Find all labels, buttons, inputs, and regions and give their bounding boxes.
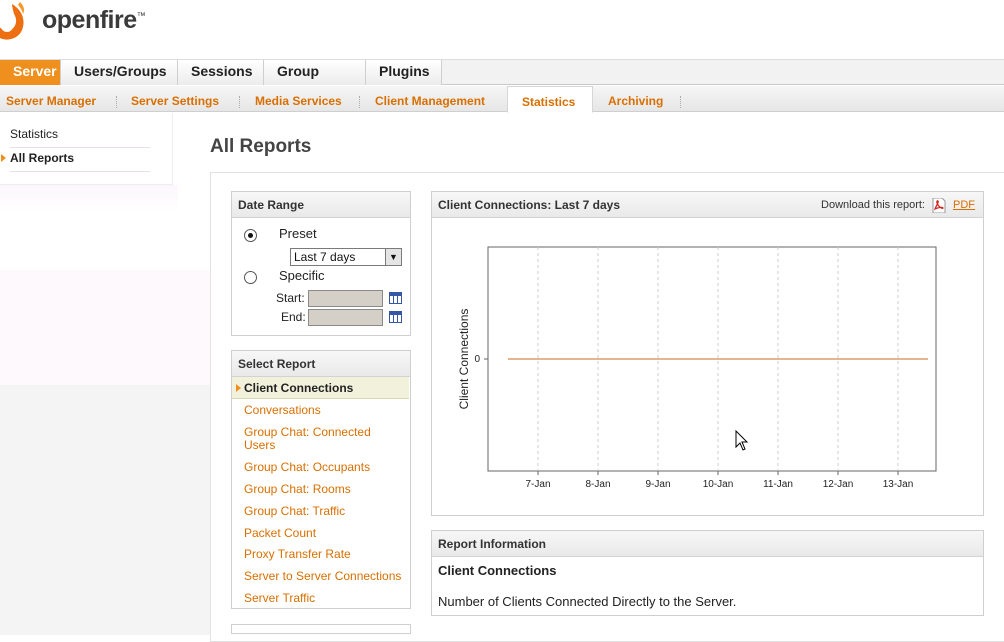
report-item-client-connections[interactable]: Client Connections (232, 377, 409, 399)
sidebar: Statistics All Reports (0, 113, 173, 185)
start-date-input[interactable] (308, 290, 383, 307)
preset-select[interactable]: Last 7 days ▼ (290, 248, 402, 266)
tab-server[interactable]: Server (0, 60, 61, 85)
preset-select-value: Last 7 days (294, 250, 356, 264)
next-panel (231, 624, 411, 634)
y-axis-label: Client Connections (457, 309, 471, 410)
subtab-server-settings[interactable]: Server Settings (125, 86, 225, 112)
y-tick-label: 0 (474, 354, 480, 365)
sidebar-item-all-reports[interactable]: All Reports (1, 151, 150, 172)
subtab-separator (359, 96, 360, 108)
x-tick-label: 10-Jan (703, 479, 734, 490)
report-item-packet-count[interactable]: Packet Count (244, 527, 404, 540)
subtab-separator (680, 96, 681, 108)
header: openfire™ (0, 0, 1004, 60)
subtab-separator (116, 96, 117, 108)
report-item-proxy-transfer-rate[interactable]: Proxy Transfer Rate (244, 548, 404, 561)
tab-group-chat[interactable]: Group Chat (264, 60, 366, 101)
chevron-down-icon[interactable]: ▼ (385, 249, 401, 265)
page-title: All Reports (210, 136, 312, 157)
preset-label: Preset (279, 226, 317, 241)
subtab-statistics[interactable]: Statistics (507, 86, 593, 113)
report-item-group-chat-occupants[interactable]: Group Chat: Occupants (244, 461, 404, 474)
report-item-label: Client Connections (244, 381, 354, 395)
select-report-panel: Select Report Client Connections Convers… (231, 350, 411, 609)
tab-plugins[interactable]: Plugins (366, 60, 442, 85)
date-range-header: Date Range (232, 192, 410, 218)
pdf-icon[interactable] (932, 198, 946, 213)
select-report-header: Select Report (232, 351, 410, 377)
end-label: End: (281, 310, 306, 324)
pdf-download-link[interactable]: PDF (953, 199, 975, 211)
x-tick-label: 13-Jan (883, 479, 914, 490)
specific-radio[interactable] (244, 271, 257, 284)
subtab-server-manager[interactable]: Server Manager (0, 86, 102, 112)
subtab-separator (239, 96, 240, 108)
report-item-conversations[interactable]: Conversations (244, 404, 404, 417)
arrow-right-icon (1, 154, 6, 162)
sidebar-fade (0, 185, 178, 211)
subtab-media-services[interactable]: Media Services (249, 86, 348, 112)
sidebar-item-statistics[interactable]: Statistics (10, 127, 150, 148)
mouse-cursor-icon (735, 430, 749, 451)
calendar-icon[interactable] (389, 311, 402, 323)
end-date-input[interactable] (308, 309, 383, 326)
report-item-group-chat-rooms[interactable]: Group Chat: Rooms (244, 483, 404, 496)
report-chart-panel: Client Connections: Last 7 days Download… (431, 191, 984, 516)
report-item-server-traffic[interactable]: Server Traffic (244, 592, 404, 605)
date-range-panel: Date Range Preset Last 7 days ▼ Specific… (231, 191, 411, 336)
app-logo-text: openfire™ (42, 6, 146, 34)
client-connections-chart: 7-Jan 8-Jan 9-Jan 10-Jan 11-Jan 12-Jan 13-Jan 0… (457, 246, 937, 490)
report-info-header: Report Information (432, 531, 983, 557)
x-tick-label: 7-Jan (525, 479, 550, 490)
specific-label: Specific (279, 268, 325, 283)
start-label: Start: (276, 291, 305, 305)
tab-sessions[interactable]: Sessions (178, 60, 264, 85)
chart-area: 7-Jan 8-Jan 9-Jan 10-Jan 11-Jan 12-Jan 13-Jan 0… (444, 219, 944, 491)
preset-radio[interactable] (244, 229, 257, 242)
main-tabs: Server Users/Groups Sessions Group Chat … (0, 60, 1004, 101)
subtab-client-management[interactable]: Client Management (369, 86, 491, 112)
report-item-group-chat-traffic[interactable]: Group Chat: Traffic (244, 505, 404, 518)
sidebar-item-label: All Reports (10, 151, 75, 165)
tab-users-groups[interactable]: Users/Groups (61, 60, 178, 85)
calendar-icon[interactable] (389, 292, 402, 304)
subtab-archiving[interactable]: Archiving (602, 86, 669, 112)
report-item-server-to-server-connections[interactable]: Server to Server Connections (244, 570, 404, 583)
report-info-description: Number of Clients Connected Directly to … (438, 594, 737, 609)
sub-tabs: Server Manager Server Settings Media Ser… (0, 86, 1004, 113)
report-info-panel: Report Information Client Connections Nu… (431, 530, 984, 616)
x-tick-label: 9-Jan (645, 479, 670, 490)
x-tick-label: 8-Jan (585, 479, 610, 490)
openfire-logo-icon (0, 2, 24, 40)
x-tick-label: 12-Jan (823, 479, 854, 490)
x-tick-label: 11-Jan (763, 479, 793, 490)
report-info-title: Client Connections (438, 563, 557, 578)
download-report-label: Download this report: (821, 199, 925, 211)
arrow-right-icon (236, 384, 241, 392)
report-item-group-chat-connected-users[interactable]: Group Chat: Connected Users (244, 426, 404, 452)
